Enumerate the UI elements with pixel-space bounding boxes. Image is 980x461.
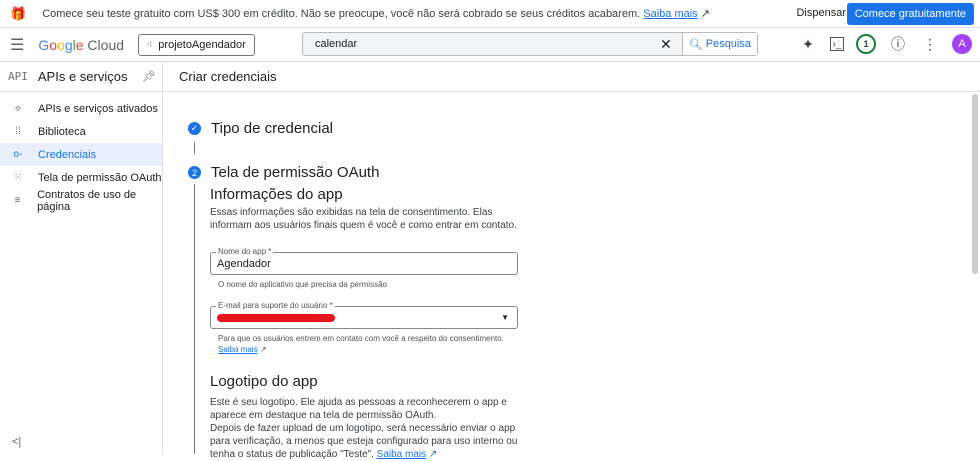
banner-learn-more-link[interactable]: Saiba mais — [643, 8, 697, 20]
step-2: 2 Tela de permissão OAuth — [188, 164, 379, 181]
hamburger-menu-icon[interactable]: ☰ — [10, 35, 24, 55]
search-input[interactable]: calendar — [315, 38, 660, 50]
app-info-heading: Informações do app — [210, 186, 343, 203]
support-email-select[interactable]: E-mail para suporte do usuário * ▼ — [210, 301, 518, 329]
search-bar[interactable]: calendar ✕ 🔍︎ Pesquisa — [302, 32, 758, 56]
key-icon: o- — [13, 149, 23, 160]
step-number: 2 — [188, 166, 201, 179]
search-icon: 🔍︎ — [688, 38, 703, 51]
app-name-hint: O nome do aplicativo que precisa da perm… — [218, 280, 387, 289]
apis-icon: ⟡ — [14, 103, 22, 114]
app-info-description: Essas informações são exibidas na tela d… — [210, 207, 517, 231]
api-icon: API — [8, 70, 28, 83]
external-link-icon: ↗ — [428, 449, 438, 460]
sidebar-item-label: Contratos de uso de página — [37, 188, 137, 213]
support-email-hint: Para que os usuários entrem em contato c… — [218, 334, 504, 343]
help-icon[interactable]: ⓘ — [888, 34, 908, 54]
start-free-button[interactable]: Comece gratuitamente — [846, 3, 974, 25]
search-button-label: Pesquisa — [705, 38, 751, 50]
library-icon: ⁞⁞ — [15, 126, 21, 137]
sidebar-item-label: APIs e serviços ativados — [38, 102, 158, 115]
notifications-badge[interactable]: 1 — [856, 34, 876, 54]
avatar[interactable]: A — [952, 34, 972, 54]
step-1[interactable]: ✓ Tipo de credencial — [188, 120, 333, 137]
gift-icon: 🎁 — [10, 5, 27, 21]
step-2-label: Tela de permissão OAuth — [211, 164, 380, 181]
app-name-label: Nome do app * — [216, 247, 274, 256]
project-name: projetoAgendador — [158, 38, 246, 51]
external-link-icon: ↗ — [259, 345, 267, 354]
sidebar-item-credentials[interactable]: o- Credenciais — [0, 143, 162, 166]
clear-search-icon[interactable]: ✕ — [660, 36, 672, 53]
trial-banner: 🎁 Comece seu teste gratuito com US$ 300 … — [0, 0, 980, 28]
logo-upload-note: Depois de fazer upload de um logotipo, s… — [210, 423, 518, 460]
sidebar-item-enabled-apis[interactable]: ⟡ APIs e serviços ativados — [0, 97, 162, 120]
logo-heading: Logotipo do app — [210, 373, 318, 390]
google-cloud-logo[interactable]: Google Cloud — [38, 37, 124, 53]
logo-learn-more-link[interactable]: Saiba mais — [377, 449, 426, 460]
dismiss-button[interactable]: Dispensar — [796, 7, 846, 19]
scrollbar[interactable] — [972, 94, 978, 274]
app-name-value[interactable]: Agendador — [217, 258, 271, 270]
sidebar-item-library[interactable]: ⁞⁞ Biblioteca — [0, 120, 162, 143]
sidebar-item-page-agreements[interactable]: ≡ Contratos de uso de página — [0, 188, 162, 213]
page-title: Criar credenciais — [163, 62, 980, 92]
step-2-content: Informações do app Essas informações são… — [210, 186, 520, 461]
step-1-label: Tipo de credencial — [211, 120, 334, 137]
sidebar-item-oauth-consent[interactable]: ⁙ Tela de permissão OAuth — [0, 166, 162, 189]
step-connector — [194, 142, 195, 154]
project-picker[interactable]: ⁖ projetoAgendador — [138, 33, 255, 56]
sidebar-item-label: Biblioteca — [38, 125, 86, 138]
consent-icon: ⁙ — [13, 172, 23, 183]
main-content: Criar credenciais ✓ Tipo de credencial 2T… — [163, 62, 980, 460]
collapse-sidebar-icon[interactable]: <| — [12, 436, 21, 448]
step-connector — [194, 184, 195, 454]
agreements-icon: ≡ — [14, 195, 21, 206]
more-options-icon[interactable]: ⋮ — [920, 34, 940, 54]
cloud-shell-icon[interactable]: ›_ — [830, 37, 844, 51]
sidebar-title: APIs e serviços — [37, 69, 128, 84]
top-bar: ☰ Google Cloud ⁖ projetoAgendador calenda… — [0, 28, 980, 62]
gemini-sparkle-icon[interactable]: ✦ — [798, 34, 818, 54]
banner-text: Comece seu teste gratuito com US$ 300 em… — [42, 8, 641, 20]
app-name-field[interactable]: Nome do app * Agendador — [210, 247, 518, 275]
search-button[interactable]: 🔍︎ Pesquisa — [681, 33, 757, 55]
logo-description: Este é seu logotipo. Ele ajuda as pessoa… — [210, 397, 507, 421]
support-email-label: E-mail para suporte do usuário * — [216, 301, 335, 310]
sidebar-item-label: Tela de permissão OAuth — [38, 171, 162, 184]
sidebar: API APIs e serviços 📌︎ ⟡ APIs e serviços … — [0, 62, 163, 454]
sidebar-item-label: Credenciais — [38, 148, 97, 161]
redacted-email — [217, 313, 335, 322]
project-icon: ⁖ — [147, 39, 153, 49]
check-icon: ✓ — [188, 122, 201, 135]
dropdown-arrow-icon: ▼ — [501, 313, 509, 322]
email-learn-more-link[interactable]: Saiba mais — [218, 345, 258, 354]
pin-icon[interactable]: 📌︎ — [142, 70, 156, 83]
